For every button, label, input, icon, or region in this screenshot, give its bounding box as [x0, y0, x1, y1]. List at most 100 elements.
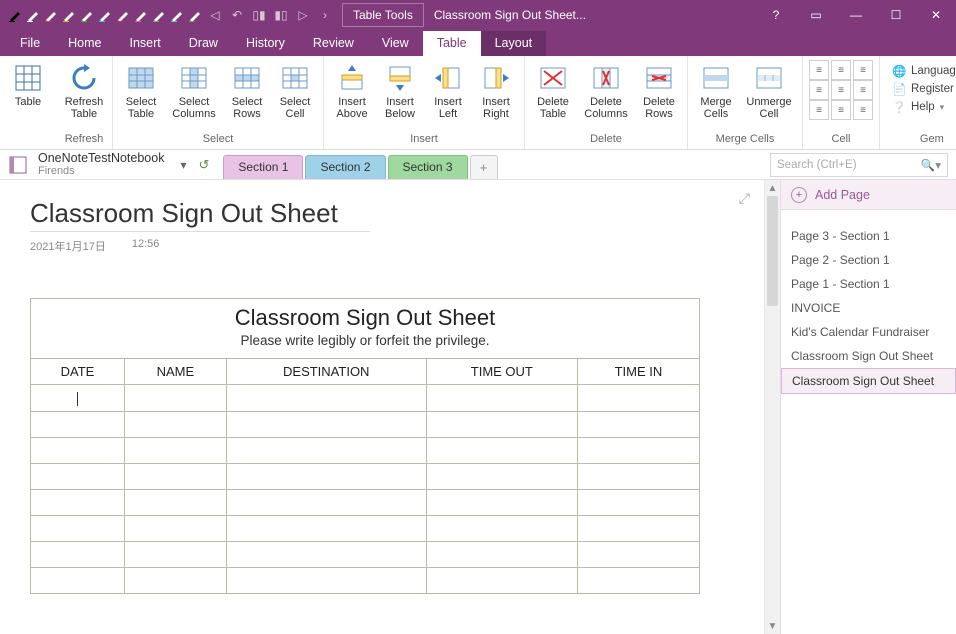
section-tab-1[interactable]: Section 1 — [223, 155, 303, 179]
maximize-button[interactable]: ☐ — [876, 0, 916, 30]
table-button[interactable]: Table — [6, 60, 50, 108]
panel-right-icon[interactable]: ▮▯ — [270, 4, 292, 26]
select-rows-button[interactable]: Select Rows — [225, 60, 269, 120]
pen-color-4[interactable] — [78, 4, 96, 26]
select-cell-button[interactable]: Select Cell — [273, 60, 317, 120]
insert-left-button[interactable]: Insert Left — [426, 60, 470, 120]
tab-insert[interactable]: Insert — [116, 31, 175, 56]
table-row[interactable] — [31, 463, 700, 489]
table-row[interactable] — [31, 489, 700, 515]
align-mid-right[interactable]: ≡ — [853, 80, 873, 100]
search-input[interactable]: Search (Ctrl+E) 🔍▾ — [770, 153, 948, 177]
merge-cells-button[interactable]: Merge Cells — [694, 60, 738, 120]
undo-icon[interactable]: ↶ — [226, 4, 248, 26]
align-top-left[interactable]: ≡ — [809, 60, 829, 80]
align-mid-left[interactable]: ≡ — [809, 80, 829, 100]
col-timein[interactable]: TIME IN — [577, 359, 699, 385]
col-timeout[interactable]: TIME OUT — [426, 359, 577, 385]
scroll-down-icon[interactable]: ▼ — [765, 618, 780, 634]
pen-color-1[interactable] — [24, 4, 42, 26]
table-row[interactable] — [31, 567, 700, 593]
table-header-merged[interactable]: Classroom Sign Out Sheet Please write le… — [30, 298, 700, 358]
pen-color-2[interactable] — [42, 4, 60, 26]
align-bot-right[interactable]: ≡ — [853, 100, 873, 120]
page-item-2[interactable]: Page 1 - Section 1 — [781, 272, 956, 296]
qat-more-icon[interactable]: › — [314, 4, 336, 26]
table-row[interactable] — [31, 541, 700, 567]
tab-table[interactable]: Table — [423, 31, 481, 56]
back-icon[interactable]: ◁ — [204, 4, 226, 26]
align-mid-center[interactable]: ≡ — [831, 80, 851, 100]
expand-icon[interactable]: ⤢ — [739, 190, 750, 207]
scroll-thumb[interactable] — [767, 196, 778, 306]
table-row[interactable] — [31, 411, 700, 437]
table-row[interactable] — [31, 385, 700, 412]
forward-icon[interactable]: ▷ — [292, 4, 314, 26]
page-date[interactable]: 2021年1月17日 — [30, 238, 106, 254]
delete-table-button[interactable]: Delete Table — [531, 60, 575, 120]
signout-table[interactable]: DATE NAME DESTINATION TIME OUT TIME IN — [30, 358, 700, 594]
ribbon-display-options[interactable]: ▭ — [796, 0, 836, 30]
select-columns-button[interactable]: Select Columns — [167, 60, 221, 120]
insert-below-button[interactable]: Insert Below — [378, 60, 422, 120]
refresh-table-button[interactable]: Refresh Table — [62, 60, 106, 120]
section-tab-3[interactable]: Section 3 — [388, 155, 468, 179]
align-top-center[interactable]: ≡ — [831, 60, 851, 80]
tab-draw[interactable]: Draw — [175, 31, 232, 56]
page-item-0[interactable]: Page 3 - Section 1 — [781, 224, 956, 248]
page-title[interactable]: Classroom Sign Out Sheet — [30, 198, 370, 232]
scroll-track[interactable] — [765, 196, 780, 618]
align-top-right[interactable]: ≡ — [853, 60, 873, 80]
col-date[interactable]: DATE — [31, 359, 125, 385]
help-button[interactable]: ? — [756, 0, 796, 30]
page-item-1[interactable]: Page 2 - Section 1 — [781, 248, 956, 272]
col-name[interactable]: NAME — [124, 359, 226, 385]
close-button[interactable]: ✕ — [916, 0, 956, 30]
tab-home[interactable]: Home — [54, 31, 115, 56]
pen-color-10[interactable] — [186, 4, 204, 26]
page-time[interactable]: 12:56 — [132, 238, 160, 254]
page-editor[interactable]: ⤢ Classroom Sign Out Sheet 2021年1月17日 12… — [0, 180, 764, 634]
pen-color-5[interactable] — [96, 4, 114, 26]
panel-left-icon[interactable]: ▯▮ — [248, 4, 270, 26]
page-item-6[interactable]: Classroom Sign Out Sheet — [781, 368, 956, 394]
delete-columns-button[interactable]: Delete Columns — [579, 60, 633, 120]
tab-review[interactable]: Review — [299, 31, 368, 56]
pen-color-8[interactable] — [150, 4, 168, 26]
notebook-icon[interactable] — [0, 155, 38, 175]
table-cell-active[interactable] — [31, 385, 125, 412]
insert-above-button[interactable]: Insert Above — [330, 60, 374, 120]
notebook-name[interactable]: OneNoteTestNotebook Firends — [38, 152, 174, 178]
col-destination[interactable]: DESTINATION — [226, 359, 426, 385]
pen-color-7[interactable] — [132, 4, 150, 26]
notebook-dropdown-icon[interactable]: ▾ — [174, 158, 192, 172]
tab-view[interactable]: View — [368, 31, 423, 56]
tab-layout[interactable]: Layout — [481, 31, 547, 56]
tab-file[interactable]: File — [6, 31, 54, 56]
section-tab-2[interactable]: Section 2 — [305, 155, 385, 179]
page-item-4[interactable]: Kid's Calendar Fundraiser — [781, 320, 956, 344]
delete-rows-button[interactable]: Delete Rows — [637, 60, 681, 120]
table-row[interactable] — [31, 515, 700, 541]
language-button[interactable]: 🌐Language▾ — [892, 64, 956, 78]
select-table-button[interactable]: Select Table — [119, 60, 163, 120]
history-icon[interactable]: ↺ — [193, 157, 216, 173]
unmerge-cell-button[interactable]: Unmerge Cell — [742, 60, 796, 120]
scroll-up-icon[interactable]: ▲ — [765, 180, 780, 196]
register-button[interactable]: 📄Register — [892, 82, 956, 96]
vertical-scrollbar[interactable]: ▲ ▼ — [764, 180, 780, 634]
pen-color-9[interactable] — [168, 4, 186, 26]
minimize-button[interactable]: — — [836, 0, 876, 30]
table-row[interactable] — [31, 437, 700, 463]
page-item-3[interactable]: INVOICE — [781, 296, 956, 320]
insert-right-button[interactable]: Insert Right — [474, 60, 518, 120]
page-item-5[interactable]: Classroom Sign Out Sheet — [781, 344, 956, 368]
tab-history[interactable]: History — [232, 31, 299, 56]
pen-color-6[interactable] — [114, 4, 132, 26]
help-menu-button[interactable]: ❔Help▾ — [892, 100, 956, 114]
align-bot-left[interactable]: ≡ — [809, 100, 829, 120]
pen-color-0[interactable] — [6, 4, 24, 26]
pen-color-3[interactable] — [60, 4, 78, 26]
align-bot-center[interactable]: ≡ — [831, 100, 851, 120]
add-section-button[interactable]: + — [470, 155, 498, 179]
